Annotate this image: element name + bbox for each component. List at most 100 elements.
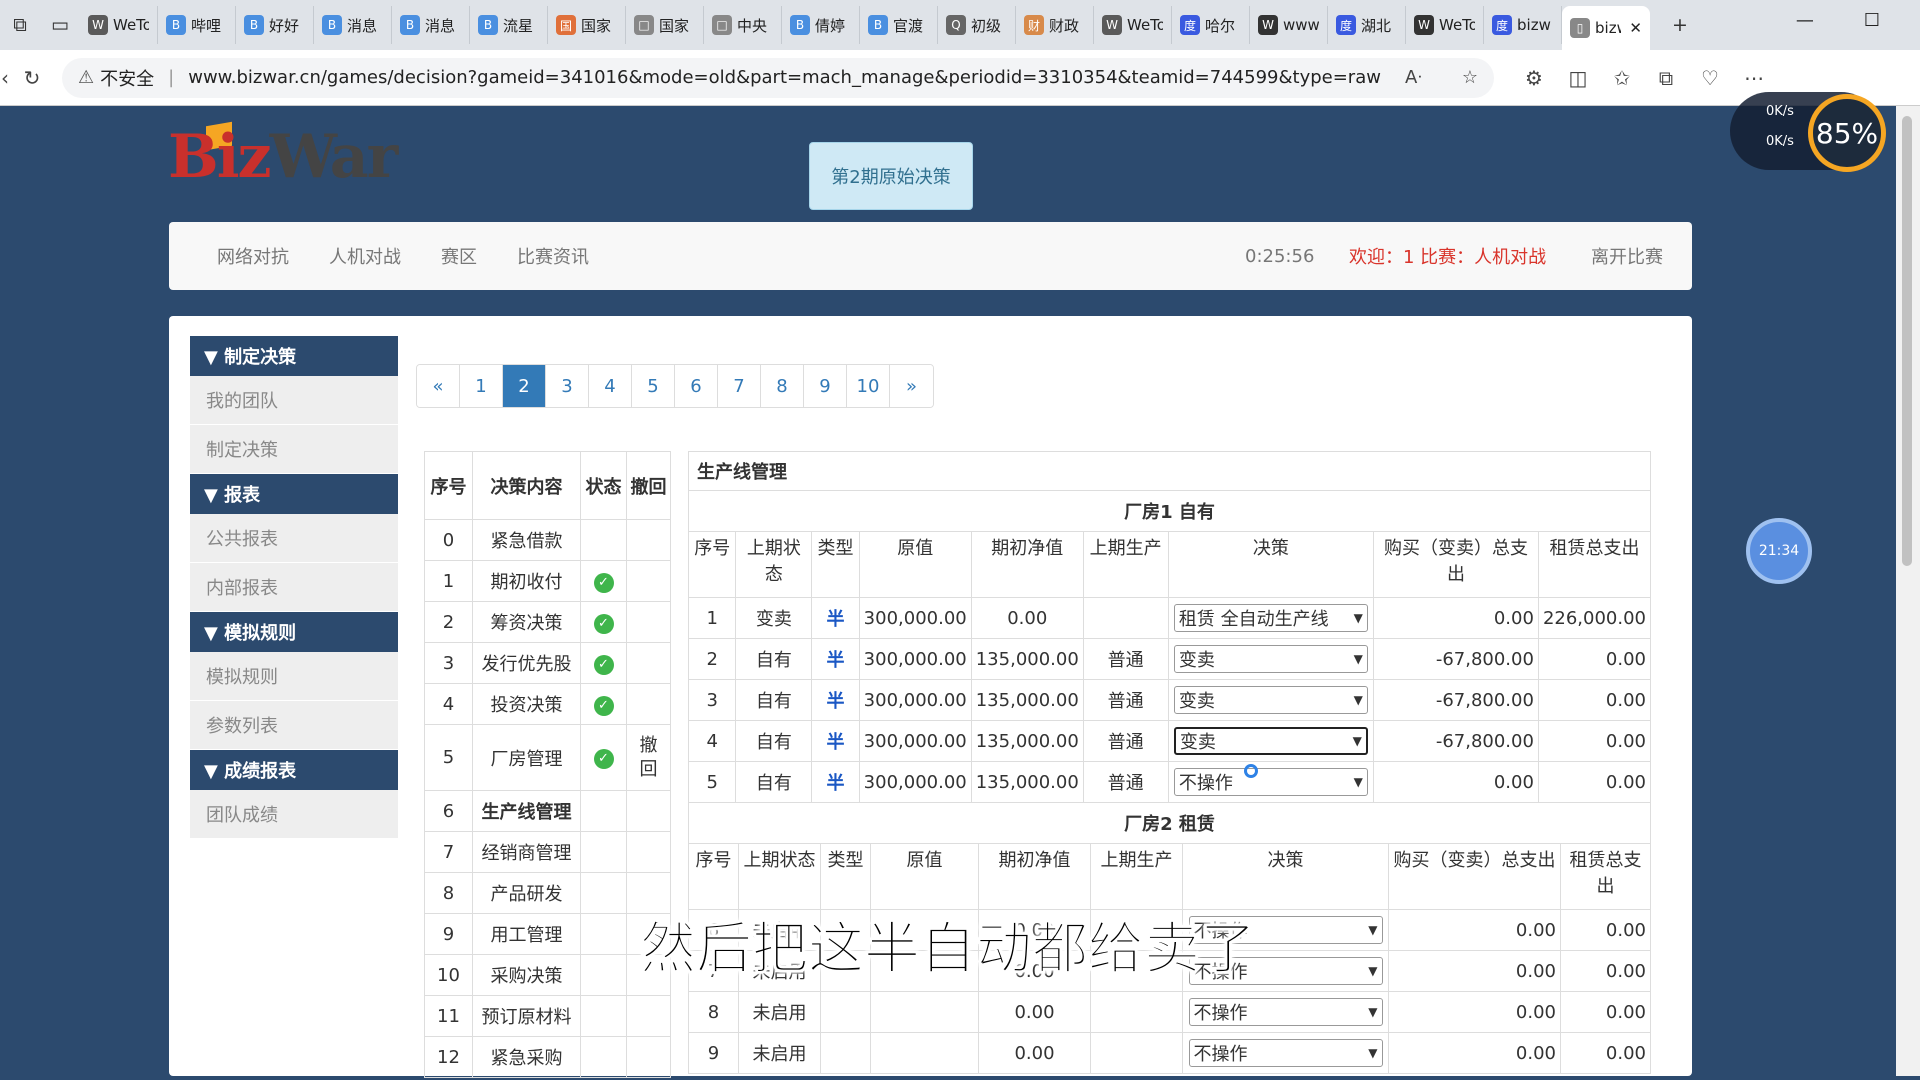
bizwar-logo[interactable]: BizWar bbox=[168, 122, 398, 192]
decision-select[interactable]: 不操作 ▼ bbox=[1188, 1039, 1383, 1067]
leave-match-link[interactable]: 离开比赛 bbox=[1591, 243, 1663, 269]
browser-tab[interactable]: 度哈尔 bbox=[1172, 6, 1250, 44]
extensions-icon[interactable]: ⚙ bbox=[1512, 66, 1556, 90]
browser-tab[interactable]: 度 bizw bbox=[1484, 6, 1562, 44]
browser-tab[interactable]: Q 初级 bbox=[938, 6, 1016, 44]
decision-select[interactable]: 变卖 ▼ bbox=[1173, 727, 1368, 755]
browser-tab[interactable]: B 消息 bbox=[392, 6, 470, 44]
decision-row[interactable]: 12 紧急采购 bbox=[424, 1036, 671, 1078]
nav-network-battle[interactable]: 网络对抗 bbox=[217, 243, 289, 269]
browser-tab[interactable]: B 哔哩 bbox=[158, 6, 236, 44]
minimize-icon[interactable]: — bbox=[1796, 10, 1814, 31]
decision-row[interactable]: 8 产品研发 bbox=[424, 872, 671, 914]
sidebar-head-rules[interactable]: ▼ 模拟规则 bbox=[190, 612, 398, 652]
browser-tab[interactable]: B 消息 bbox=[314, 6, 392, 44]
decision-select[interactable]: 变卖 ▼ bbox=[1173, 686, 1368, 714]
browser-tab[interactable]: W WeTo bbox=[1406, 6, 1484, 44]
sidebar-item-public-report[interactable]: 公共报表 bbox=[190, 514, 398, 563]
collections-icon[interactable]: ⧉ bbox=[1644, 66, 1688, 90]
decision-select[interactable]: 不操作 ▼ bbox=[1173, 768, 1368, 796]
decision-row[interactable]: 2 筹资决策 ✓ bbox=[424, 601, 671, 643]
maximize-icon[interactable]: ☐ bbox=[1864, 10, 1880, 31]
sidebar-head-decision[interactable]: ▼ 制定决策 bbox=[190, 336, 398, 376]
browser-tab[interactable]: Wwww bbox=[1250, 6, 1328, 44]
browser-tab[interactable]: B 流星 bbox=[470, 6, 548, 44]
page-link[interactable]: 5 bbox=[632, 365, 675, 407]
decision-row[interactable]: 3 发行优先股 ✓ bbox=[424, 642, 671, 684]
cell-ov: 300,000.00 bbox=[858, 761, 972, 803]
page-link[interactable]: » bbox=[890, 365, 933, 407]
decision-select[interactable]: 变卖 ▼ bbox=[1173, 645, 1368, 673]
page-link[interactable]: 9 bbox=[804, 365, 847, 407]
page-link[interactable]: 2 bbox=[503, 365, 546, 407]
split-screen-icon[interactable]: ◫ bbox=[1556, 66, 1600, 90]
url-text[interactable]: www.bizwar.cn/games/decision?gameid=3410… bbox=[188, 67, 1381, 88]
decision-row[interactable]: 6 生产线管理 bbox=[424, 790, 671, 832]
sidebar-item-make-decision[interactable]: 制定决策 bbox=[190, 425, 398, 474]
page-link[interactable]: 1 bbox=[460, 365, 503, 407]
page-link[interactable]: 6 bbox=[675, 365, 718, 407]
browser-tab[interactable]: B 官渡 bbox=[860, 6, 938, 44]
sidebar-item-team-score[interactable]: 团队成绩 bbox=[190, 790, 398, 839]
decision-row[interactable]: 9 用工管理 bbox=[424, 913, 671, 955]
close-tab-icon[interactable]: ✕ bbox=[1629, 19, 1642, 37]
memory-gauge[interactable]: 85% bbox=[1808, 94, 1886, 172]
page-scrollbar[interactable] bbox=[1896, 106, 1920, 1076]
decision-row[interactable]: 5 厂房管理 ✓ 撤回 bbox=[424, 724, 671, 791]
new-tab-button[interactable]: + bbox=[1660, 5, 1700, 45]
favorites-icon[interactable]: ✩ bbox=[1600, 66, 1644, 90]
decision-row[interactable]: 10 采购决策 bbox=[424, 954, 671, 996]
period-decision-button[interactable]: 第2期原始决策 bbox=[809, 142, 973, 210]
nav-region[interactable]: 赛区 bbox=[441, 243, 477, 269]
browser-tab[interactable]: B 倩婷 bbox=[782, 6, 860, 44]
browser-tab[interactable]: 度湖北 bbox=[1328, 6, 1406, 44]
browser-tab[interactable]: 财财政 bbox=[1016, 6, 1094, 44]
address-field[interactable]: ⚠ 不安全 | www.bizwar.cn/games/decision?gam… bbox=[62, 57, 1494, 98]
sidebar-item-my-team[interactable]: 我的团队 bbox=[190, 376, 398, 425]
page-link[interactable]: 4 bbox=[589, 365, 632, 407]
cell-rent: 0.00 bbox=[1537, 679, 1652, 721]
floating-clock[interactable]: 21:34 bbox=[1746, 518, 1812, 584]
sidebar-item-params[interactable]: 参数列表 bbox=[190, 701, 398, 750]
page-link[interactable]: 3 bbox=[546, 365, 589, 407]
browser-tab[interactable]: □ 中央 bbox=[704, 6, 782, 44]
browser-tab[interactable]: W WeTo bbox=[80, 6, 158, 44]
sidebar-item-internal-report[interactable]: 内部报表 bbox=[190, 563, 398, 612]
col-header: 原值 bbox=[858, 531, 972, 598]
row-withdraw[interactable]: 撤回 bbox=[626, 724, 671, 791]
decision-cell: 变卖 ▼ bbox=[1167, 720, 1375, 762]
workspaces-icon[interactable]: ⧉ bbox=[0, 5, 40, 45]
more-menu-icon[interactable]: ⋯ bbox=[1732, 66, 1776, 90]
vertical-tabs-icon[interactable]: ▭ bbox=[40, 5, 80, 45]
decision-select[interactable]: 租赁 全自动生产线 ▼ bbox=[1173, 604, 1368, 632]
page-link[interactable]: 8 bbox=[761, 365, 804, 407]
browser-tab[interactable]: □ 国家 bbox=[626, 6, 704, 44]
sidebar-head-reports[interactable]: ▼ 报表 bbox=[190, 474, 398, 514]
decision-select[interactable]: 不操作 ▼ bbox=[1188, 998, 1383, 1026]
tab-favicon-icon: W bbox=[1414, 15, 1434, 35]
favorite-star-icon[interactable]: ☆ bbox=[1462, 67, 1478, 88]
decision-row[interactable]: 4 投资决策 ✓ bbox=[424, 683, 671, 725]
browser-tab[interactable]: W WeTo bbox=[1094, 6, 1172, 44]
performance-icon[interactable]: ♡ bbox=[1688, 66, 1732, 90]
refresh-icon[interactable]: ↻ bbox=[10, 66, 54, 90]
cell-ov bbox=[870, 1032, 979, 1074]
nav-human-vs-ai[interactable]: 人机对战 bbox=[329, 243, 401, 269]
decision-row[interactable]: 7 经销商管理 bbox=[424, 831, 671, 873]
nav-news[interactable]: 比赛资讯 bbox=[517, 243, 589, 269]
page-link[interactable]: « bbox=[417, 365, 460, 407]
decision-row[interactable]: 11 预订原材料 bbox=[424, 995, 671, 1037]
page-link[interactable]: 7 bbox=[718, 365, 761, 407]
read-aloud-icon[interactable]: Aᐧ bbox=[1405, 67, 1422, 88]
browser-tab[interactable]: B 好好 bbox=[236, 6, 314, 44]
sidebar-head-scores[interactable]: ▼ 成绩报表 bbox=[190, 750, 398, 790]
decision-row[interactable]: 0 紧急借款 bbox=[424, 519, 671, 561]
scrollbar-thumb[interactable] bbox=[1902, 116, 1912, 566]
cell-pp bbox=[1090, 1032, 1183, 1074]
page-link[interactable]: 10 bbox=[847, 365, 890, 407]
tab-active[interactable]: ▯ bizw ✕ bbox=[1562, 6, 1650, 50]
browser-tab[interactable]: 国国家 bbox=[548, 6, 626, 44]
sidebar-item-sim-rules[interactable]: 模拟规则 bbox=[190, 652, 398, 701]
decision-row[interactable]: 1 期初收付 ✓ bbox=[424, 560, 671, 602]
back-icon[interactable]: ‹ bbox=[0, 66, 10, 90]
